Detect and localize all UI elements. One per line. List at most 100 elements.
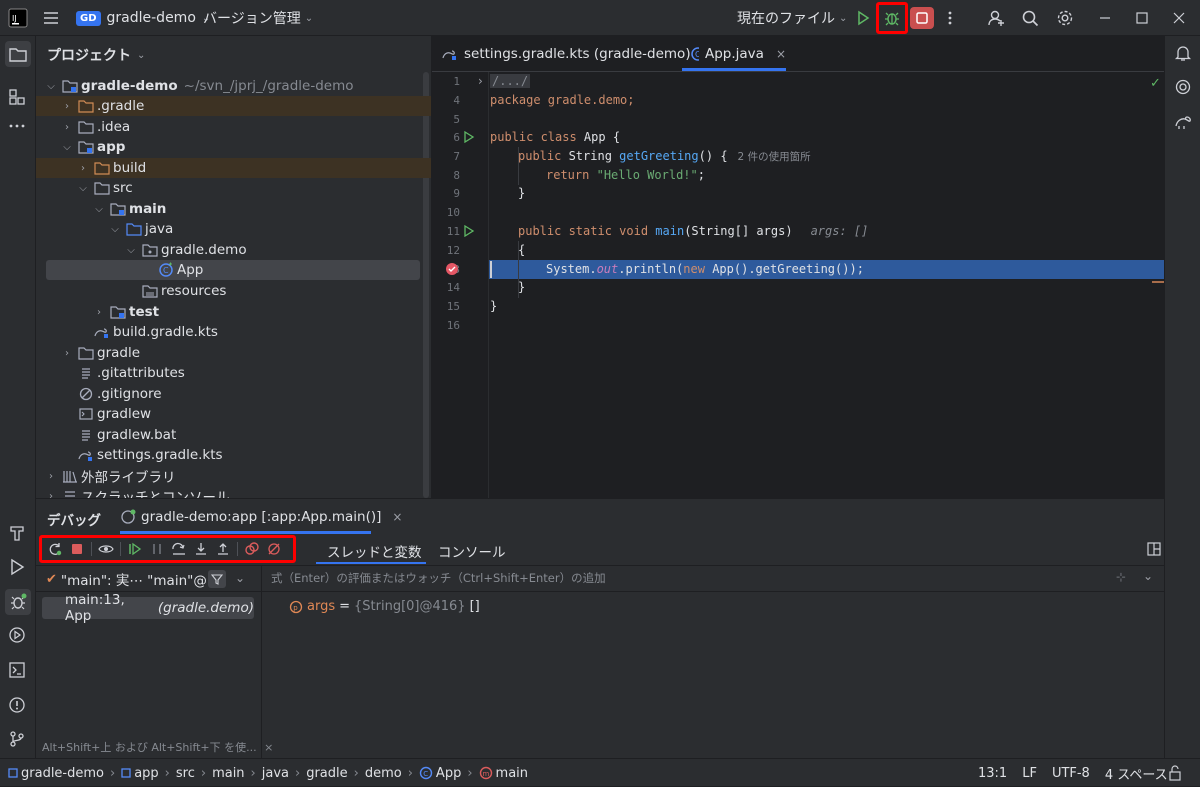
breadcrumb-item[interactable]: m main [479, 766, 528, 781]
breadcrumb-item[interactable]: src [176, 766, 195, 781]
breadcrumb-item[interactable]: C App [419, 766, 461, 781]
tree-item[interactable]: resources [36, 281, 431, 301]
indent-setting[interactable]: 4 スペース [1105, 764, 1168, 783]
run-gutter-icon[interactable] [463, 131, 475, 143]
search-icon[interactable] [1021, 0, 1039, 36]
tree-item[interactable]: ⌵ main [36, 199, 431, 219]
breadcrumb-item[interactable]: java [262, 766, 289, 781]
code-editor[interactable]: ✓ 1 4 5 6 7 8 9 10 11 12 13 14 15 16 › /… [432, 72, 1164, 498]
close-icon[interactable] [1172, 0, 1186, 36]
stack-frame-item[interactable]: main:13, App (gradle.demo) [42, 592, 254, 624]
tree-item[interactable]: › test [36, 302, 431, 322]
tree-item[interactable]: .gitignore [36, 384, 431, 404]
breadcrumb-item[interactable]: demo [365, 766, 402, 781]
close-hint-icon[interactable]: × [264, 741, 273, 754]
breadcrumb-item[interactable]: gradle-demo [8, 766, 104, 781]
watch-expression-input[interactable]: 式（Enter）の評価またはウォッチ（Ctrl+Shift+Enter）の追加 [271, 570, 606, 586]
main-menu-icon[interactable] [42, 0, 60, 36]
close-tab-icon[interactable]: × [776, 47, 786, 61]
stop-icon[interactable] [66, 538, 88, 560]
tree-item[interactable]: › .idea [36, 117, 431, 137]
run-button[interactable] [855, 0, 871, 36]
view-breakpoints-icon[interactable] [241, 538, 263, 560]
mute-breakpoints-icon[interactable] [263, 538, 285, 560]
resume-icon[interactable] [124, 538, 146, 560]
tree-item[interactable]: gradlew [36, 404, 431, 424]
close-tab-icon[interactable]: × [392, 510, 402, 524]
breakpoint-icon[interactable] [445, 262, 459, 276]
stop-button[interactable] [910, 7, 934, 29]
add-watch-icon[interactable]: ⊹ [1116, 570, 1126, 584]
tree-item[interactable]: ⌵ app [36, 137, 431, 157]
tree-item[interactable]: ⌵ src [36, 178, 431, 198]
debug-tool-bug-icon[interactable] [5, 589, 31, 615]
tree-root[interactable]: ⌵ gradle-demo ~/svn_/jprj_/gradle-demo [36, 76, 431, 96]
folded-region[interactable]: /.../ [490, 74, 531, 88]
thread-selector[interactable]: ✔ "main": 実⋯ "main"@1 [46, 569, 215, 590]
breadcrumb-item[interactable]: gradle [306, 766, 347, 781]
tree-item[interactable]: .gitattributes [36, 363, 431, 383]
run-tool-icon[interactable] [8, 558, 26, 576]
layout-settings-icon[interactable] [1147, 542, 1161, 556]
maximize-icon[interactable] [1135, 0, 1149, 36]
tree-item[interactable]: › gradle [36, 343, 431, 363]
gradle-elephant-icon[interactable] [1174, 113, 1192, 131]
view-breakpoints-eye-icon[interactable] [95, 538, 117, 560]
tree-item[interactable]: › 外部ライブラリ [36, 466, 431, 486]
filter-icon[interactable] [208, 570, 226, 588]
tree-item[interactable]: gradlew.bat [36, 425, 431, 445]
ai-assistant-icon[interactable] [1174, 78, 1192, 96]
project-tool-folder-icon[interactable] [5, 41, 31, 67]
lock-icon[interactable] [1168, 765, 1182, 781]
file-encoding[interactable]: UTF-8 [1052, 766, 1090, 781]
more-tools-icon[interactable] [8, 122, 26, 130]
build-hammer-icon[interactable] [8, 524, 26, 542]
tree-item[interactable]: › スクラッチとコンソール [36, 486, 431, 498]
step-out-icon[interactable] [212, 538, 234, 560]
variable-row[interactable]: p args = {String[0]@416} [] [289, 599, 480, 614]
step-into-icon[interactable] [190, 538, 212, 560]
fold-chevron-icon[interactable]: › [478, 74, 483, 88]
debug-button[interactable] [876, 2, 908, 34]
structure-icon[interactable] [8, 88, 26, 106]
package-icon [142, 244, 158, 257]
notifications-bell-icon[interactable] [1174, 44, 1192, 62]
tree-item[interactable]: ⌵ java [36, 219, 431, 239]
add-user-icon[interactable] [987, 0, 1005, 36]
tree-item[interactable]: settings.gradle.kts [36, 445, 431, 465]
project-selector[interactable]: GD gradle-demo ⌄ [76, 0, 210, 36]
project-panel-header[interactable]: プロジェクト ⌄ [47, 45, 145, 65]
services-icon[interactable] [8, 626, 26, 644]
debug-session-tab[interactable]: gradle-demo:app [:app:App.main()] × [120, 499, 402, 534]
tab-app-java[interactable]: C App.java × [682, 36, 786, 71]
settings-gear-icon[interactable] [1056, 0, 1074, 36]
more-actions-icon[interactable] [946, 0, 954, 36]
problems-icon[interactable] [8, 696, 26, 714]
terminal-icon[interactable] [8, 661, 26, 679]
tab-console[interactable]: コンソール [438, 541, 506, 561]
pause-icon[interactable] [146, 538, 168, 560]
step-over-icon[interactable] [168, 538, 190, 560]
git-branch-icon[interactable] [8, 730, 26, 748]
tab-threads-variables[interactable]: スレッドと変数 [327, 541, 422, 561]
tab-settings-gradle[interactable]: settings.gradle.kts (gradle-demo) [442, 36, 691, 71]
tree-item[interactable]: build.gradle.kts [36, 322, 431, 342]
tree-item-label: 外部ライブラリ [81, 470, 176, 486]
chevron-down-icon[interactable]: ⌄ [1143, 569, 1153, 583]
usages-hint[interactable]: 2 件の使用箇所 [738, 151, 811, 163]
breadcrumb-item[interactable]: app [121, 766, 159, 781]
source-folder-icon [126, 223, 142, 236]
chevron-down-icon[interactable]: ⌄ [235, 571, 245, 585]
line-separator[interactable]: LF [1022, 766, 1037, 781]
minimize-icon[interactable] [1098, 0, 1112, 36]
tree-item[interactable]: › build [36, 158, 431, 178]
run-gutter-icon[interactable] [463, 225, 475, 237]
tree-item-selected[interactable]: C App [36, 260, 416, 280]
caret-position[interactable]: 13:1 [978, 766, 1007, 781]
run-config-selector[interactable]: 現在のファイル ⌄ [737, 0, 847, 36]
rerun-icon[interactable] [44, 538, 66, 560]
tree-item[interactable]: › .gradle [36, 96, 431, 116]
breadcrumb-item[interactable]: main [212, 766, 244, 781]
tree-item[interactable]: ⌵ gradle.demo [36, 240, 431, 260]
vcs-menu[interactable]: バージョン管理 ⌄ [203, 0, 313, 36]
